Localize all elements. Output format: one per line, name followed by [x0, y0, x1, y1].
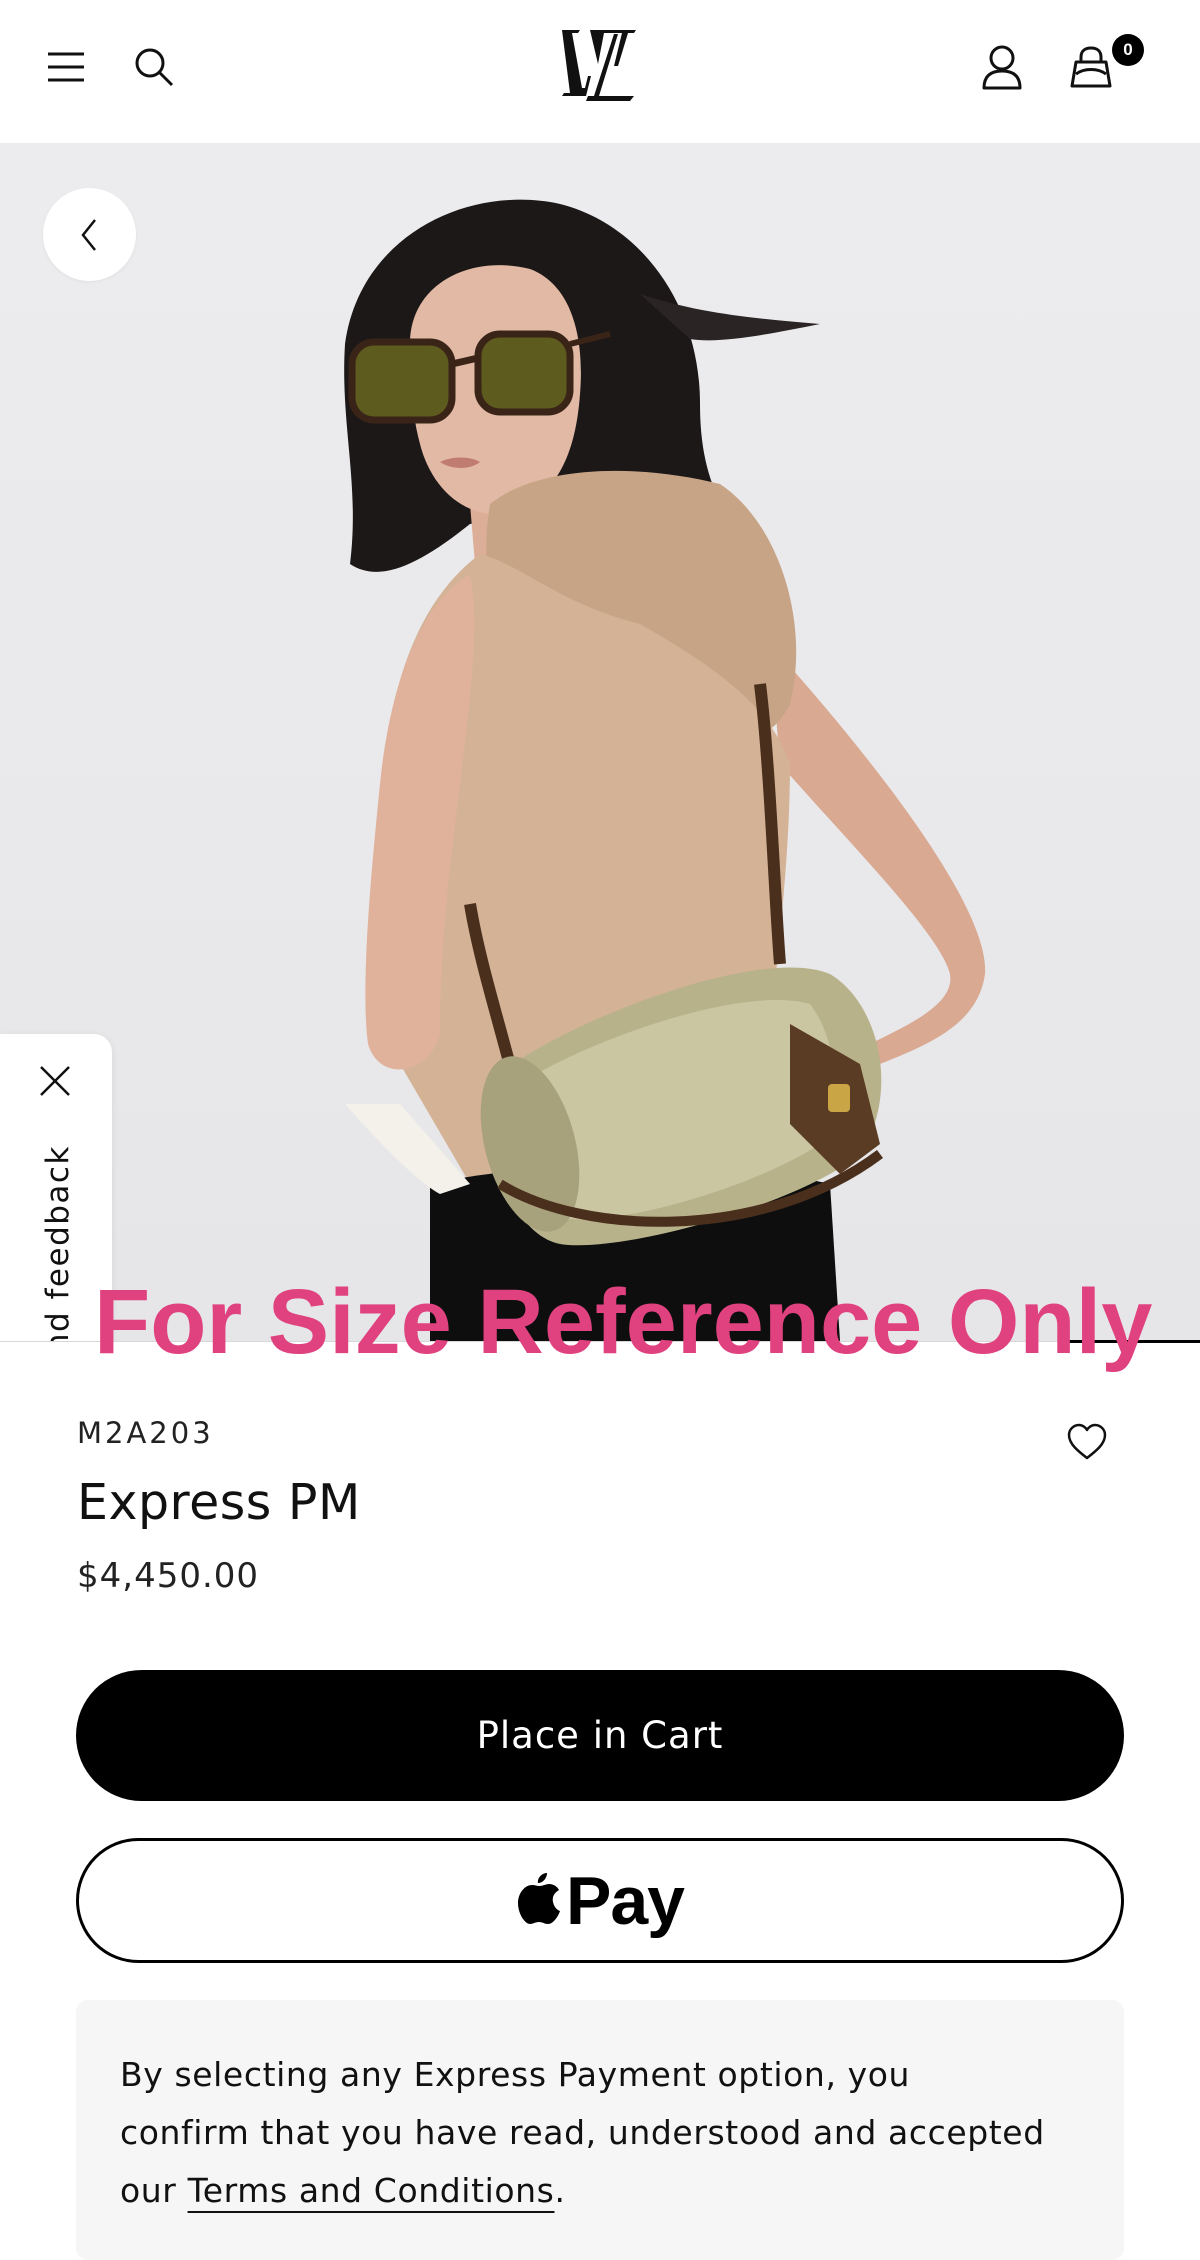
close-icon[interactable] — [38, 1064, 72, 1098]
heart-icon[interactable] — [1066, 1422, 1108, 1462]
apple-pay-button[interactable]: Pay — [76, 1838, 1124, 1963]
top-header: 0 — [0, 0, 1200, 144]
notice-text: By selecting any Express Payment option,… — [120, 2046, 1050, 2220]
send-feedback-label[interactable]: Send feedback — [40, 1145, 76, 1341]
terms-link[interactable]: Terms and Conditions — [188, 2171, 555, 2210]
cart-count-badge: 0 — [1112, 34, 1144, 66]
carousel-back-button[interactable] — [43, 188, 136, 281]
apple-pay-label: Pay — [566, 1862, 685, 1939]
product-image-carousel[interactable]: Send feedback — [0, 144, 1200, 1341]
product-price: $4,450.00 — [77, 1556, 260, 1596]
shopping-bag-icon[interactable] — [1068, 44, 1114, 90]
product-sku: M2A203 — [77, 1416, 214, 1450]
lv-logo[interactable] — [558, 26, 638, 106]
apple-icon — [518, 1872, 560, 1924]
apple-pay-content: Pay — [79, 1841, 1121, 1960]
product-photo — [344, 199, 986, 1341]
size-reference-watermark: For Size Reference Only — [94, 1271, 1153, 1373]
notice-suffix: . — [554, 2171, 566, 2210]
menu-icon[interactable] — [46, 50, 86, 84]
chevron-left-icon — [81, 219, 96, 251]
place-in-cart-button[interactable]: Place in Cart — [76, 1670, 1124, 1801]
account-icon[interactable] — [980, 44, 1024, 90]
product-name: Express PM — [77, 1474, 361, 1531]
search-icon[interactable] — [133, 46, 175, 88]
express-payment-notice: By selecting any Express Payment option,… — [76, 2000, 1124, 2260]
